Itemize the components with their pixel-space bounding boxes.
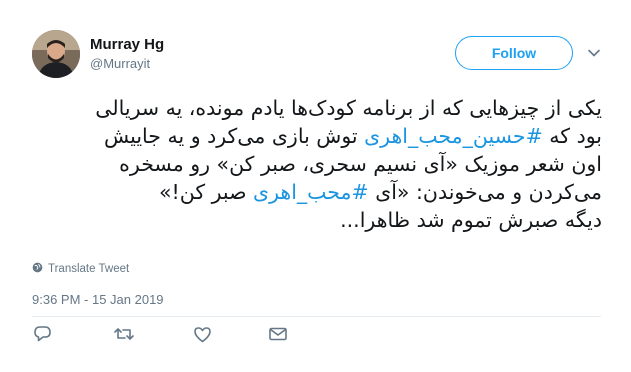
- tweet-text-line: اون شعر موزیک «آی نسیم سحری، صبر کن» رو …: [32, 150, 602, 178]
- avatar-photo: [32, 30, 80, 78]
- avatar[interactable]: [32, 30, 80, 78]
- divider: [32, 316, 601, 317]
- hashtag-link[interactable]: #حسین_محب_اهری: [364, 124, 543, 148]
- tweet-text-line: یکی از چیزهایی که از برنامه کودک‌ها یادم…: [32, 94, 602, 122]
- retweet-icon[interactable]: [112, 322, 136, 346]
- tweet-text: یکی از چیزهایی که از برنامه کودک‌ها یادم…: [32, 94, 602, 234]
- hashtag-link[interactable]: #محب_اهری: [253, 180, 369, 204]
- author-handle[interactable]: @Murrayit: [90, 56, 150, 71]
- tweet-text-line: دیگه صبرش تموم شد ظاهرا...: [32, 206, 602, 234]
- heart-icon[interactable]: [190, 322, 214, 346]
- tweet-text-segment: توش بازی می‌کرد و یه جاییش: [104, 124, 365, 148]
- globe-icon: [32, 262, 43, 276]
- chevron-down-icon[interactable]: [585, 44, 603, 62]
- tweet-text-segment: صبر کن!»: [158, 180, 254, 204]
- tweet-text-segment: بود که: [542, 124, 602, 148]
- envelope-icon[interactable]: [266, 322, 290, 346]
- tweet-text-segment: دیگه صبرش تموم شد ظاهرا...: [340, 208, 602, 232]
- tweet-text-line: می‌کردن و می‌خوندن: «آی #محب_اهری صبر کن…: [32, 178, 602, 206]
- reply-icon[interactable]: [30, 322, 54, 346]
- tweet-text-segment: می‌کردن و می‌خوندن: «آی: [368, 180, 602, 204]
- translate-tweet-link[interactable]: Translate Tweet: [32, 262, 129, 276]
- author-display-name[interactable]: Murray Hg: [90, 36, 164, 53]
- follow-button[interactable]: Follow: [455, 36, 573, 70]
- translate-tweet-label: Translate Tweet: [48, 263, 130, 275]
- tweet-text-segment: یکی از چیزهایی که از برنامه کودک‌ها یادم…: [95, 96, 602, 120]
- tweet-text-line: بود که #حسین_محب_اهری توش بازی می‌کرد و …: [32, 122, 602, 150]
- tweet-text-segment: اون شعر موزیک «آی نسیم سحری، صبر کن» رو …: [119, 152, 602, 176]
- tweet-timestamp[interactable]: 9:36 PM - 15 Jan 2019: [32, 292, 164, 307]
